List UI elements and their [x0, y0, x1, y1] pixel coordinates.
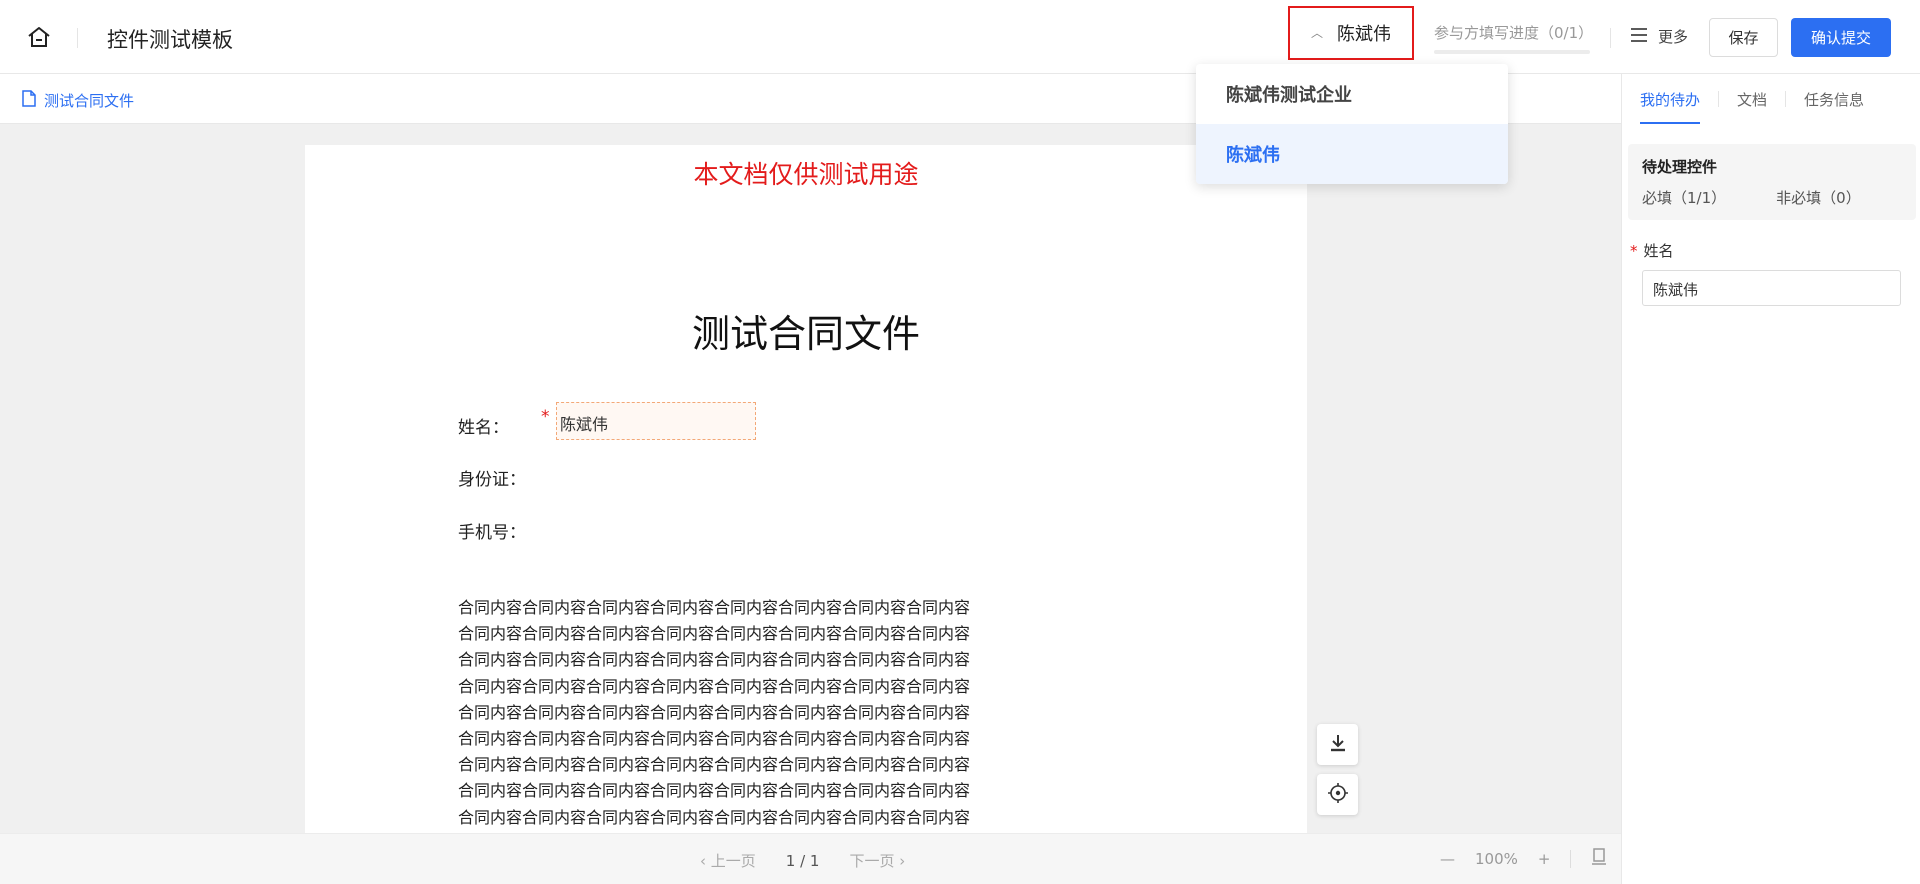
- name-field-label-text: 姓名: [1643, 242, 1674, 260]
- prev-page-button[interactable]: ‹ 上一页: [700, 850, 756, 871]
- name-field-label: * 姓名: [1630, 240, 1674, 261]
- watermark-text: 本文档仅供测试用途: [693, 160, 919, 189]
- paragraph-line: 合同内容合同内容合同内容合同内容合同内容合同内容合同内容合同内容: [458, 598, 971, 617]
- home-icon[interactable]: [24, 22, 54, 52]
- document-viewer[interactable]: 本文档仅供测试用途 测试合同文件 姓名： * 陈斌伟 身份证： 手机号： 合同内…: [0, 124, 1621, 833]
- right-side-panel: 我的待办 文档 任务信息 待处理控件 必填（1/1） 非必填（0） * 姓名 陈斌…: [1621, 74, 1920, 884]
- signer-dropdown-menu: 陈斌伟测试企业 陈斌伟: [1196, 64, 1508, 184]
- required-star: *: [541, 407, 550, 427]
- next-page-label: 下一页: [849, 852, 895, 870]
- required-star: *: [1630, 242, 1638, 260]
- viewer-footer: ‹ 上一页 1 / 1 下一页 › — 100% +: [0, 833, 1621, 884]
- prev-page-label: 上一页: [710, 852, 756, 870]
- signer-switch-button[interactable]: ︿ 陈斌伟: [1288, 6, 1414, 60]
- pending-controls-summary: 待处理控件 必填（1/1） 非必填（0）: [1628, 144, 1916, 220]
- fill-progress: 参与方填写进度（0/1）: [1434, 22, 1594, 54]
- signer-name: 陈斌伟: [1337, 24, 1391, 45]
- more-button[interactable]: 更多: [1630, 26, 1688, 47]
- id-card-label: 身份证：: [458, 470, 526, 490]
- download-button[interactable]: [1317, 724, 1358, 765]
- pending-controls-title: 待处理控件: [1642, 158, 1718, 176]
- document-tab[interactable]: 测试合同文件: [22, 90, 134, 111]
- paragraph-line: 合同内容合同内容合同内容合同内容合同内容合同内容合同内容合同内容: [458, 807, 971, 827]
- next-page-button[interactable]: 下一页 ›: [849, 850, 905, 871]
- paragraph-line: 合同内容合同内容合同内容合同内容合同内容合同内容合同内容合同内容: [458, 624, 971, 644]
- required-count[interactable]: 必填（1/1）: [1642, 187, 1726, 208]
- paragraph-line: 合同内容合同内容合同内容合同内容合同内容合同内容合同内容合同内容: [458, 781, 971, 801]
- file-icon: [22, 90, 36, 111]
- tab-task-info[interactable]: 任务信息: [1786, 74, 1882, 124]
- more-label: 更多: [1658, 28, 1689, 46]
- divider: [1570, 850, 1572, 868]
- document-tab-label: 测试合同文件: [44, 92, 135, 110]
- optional-count[interactable]: 非必填（0）: [1776, 187, 1861, 208]
- locate-icon: [1327, 782, 1349, 808]
- paragraph-line: 合同内容合同内容合同内容合同内容合同内容合同内容合同内容合同内容: [458, 676, 971, 696]
- zoom-level: 100%: [1475, 850, 1518, 868]
- name-label: 姓名：: [458, 418, 509, 438]
- dropdown-item[interactable]: 陈斌伟: [1196, 124, 1508, 184]
- divider: [77, 28, 78, 48]
- divider: [1610, 28, 1611, 48]
- page-title: 控件测试模板: [107, 28, 233, 52]
- tab-my-todo[interactable]: 我的待办: [1622, 74, 1718, 124]
- paragraph-line: 合同内容合同内容合同内容合同内容合同内容合同内容合同内容合同内容: [458, 702, 971, 722]
- locate-button[interactable]: [1317, 774, 1358, 815]
- zoom-in-icon[interactable]: +: [1538, 850, 1551, 868]
- tab-documents[interactable]: 文档: [1719, 74, 1785, 124]
- progress-bar: [1434, 50, 1590, 54]
- paragraph-line: 合同内容合同内容合同内容合同内容合同内容合同内容合同内容合同内容: [458, 729, 971, 749]
- phone-label: 手机号：: [458, 523, 526, 543]
- contract-paragraph: 合同内容合同内容合同内容合同内容合同内容合同内容合同内容合同内容 合同内容合同内容…: [458, 595, 1028, 831]
- menu-icon: [1630, 27, 1648, 47]
- download-icon: [1328, 733, 1348, 757]
- chevron-up-icon: ︿: [1310, 25, 1323, 40]
- fit-page-icon[interactable]: [1591, 848, 1607, 870]
- name-input[interactable]: 陈斌伟: [1642, 270, 1901, 306]
- save-button[interactable]: 保存: [1709, 18, 1778, 57]
- side-panel-tabs: 我的待办 文档 任务信息: [1622, 74, 1920, 124]
- document-title: 测试合同文件: [691, 312, 920, 356]
- zoom-out-icon[interactable]: —: [1440, 850, 1455, 868]
- paragraph-line: 合同内容合同内容合同内容合同内容合同内容合同内容合同内容合同内容: [458, 755, 971, 775]
- name-input-control[interactable]: 陈斌伟: [556, 402, 756, 440]
- control-counts: 必填（1/1） 非必填（0）: [1642, 187, 1902, 208]
- document-page: 本文档仅供测试用途 测试合同文件 姓名： * 陈斌伟 身份证： 手机号： 合同内…: [305, 145, 1307, 833]
- page-indicator: 1 / 1: [785, 851, 820, 870]
- paragraph-line: 合同内容合同内容合同内容合同内容合同内容合同内容合同内容合同内容: [458, 650, 971, 670]
- top-header: 控件测试模板 ︿ 陈斌伟 参与方填写进度（0/1） 更多 保存 确认提交: [0, 0, 1920, 74]
- confirm-submit-button[interactable]: 确认提交: [1791, 18, 1891, 57]
- zoom-controls: — 100% +: [1440, 848, 1607, 870]
- pagination: ‹ 上一页 1 / 1 下一页 ›: [700, 850, 905, 871]
- progress-label: 参与方填写进度（0/1）: [1434, 24, 1594, 42]
- dropdown-item[interactable]: 陈斌伟测试企业: [1196, 64, 1508, 124]
